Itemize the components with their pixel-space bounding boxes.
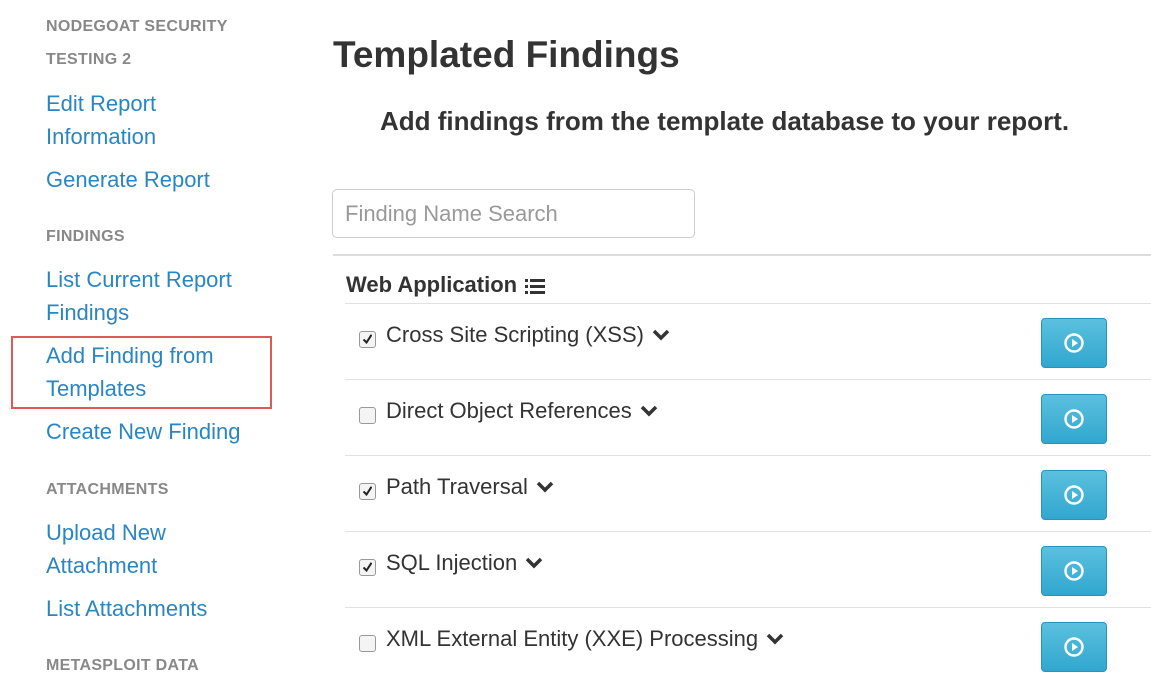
upload-line1: Upload New [46,520,166,545]
edit-report-info-line2: Information [46,124,157,149]
play-circle-icon [1064,561,1084,581]
category-label: Web Application [346,272,518,297]
preview-finding-button[interactable] [1041,318,1107,368]
list-findings-line1: List Current Report [46,267,232,292]
finding-name: XML External Entity (XXE) Processing [386,626,759,651]
chevron-down-icon[interactable] [766,633,784,645]
finding-row: Path Traversal [345,455,1151,531]
findings-section-header: FINDINGS [46,228,125,245]
chevron-down-icon[interactable] [536,481,554,493]
add-from-templates-line1: Add Finding from [46,343,214,368]
play-circle-icon [1064,333,1084,353]
finding-row: SQL Injection [345,531,1151,607]
report-name-header-line2: TESTING 2 [46,51,132,68]
chevron-down-icon[interactable] [525,557,543,569]
play-circle-icon [1064,409,1084,429]
list-current-findings-link[interactable]: List Current Report Findings [46,263,232,329]
add-finding-from-templates-link[interactable]: Add Finding from Templates [46,339,214,405]
finding-checkbox[interactable] [359,407,376,424]
create-new-finding-link[interactable]: Create New Finding [46,415,240,448]
finding-row: XML External Entity (XXE) Processing [345,607,1151,683]
finding-checkbox[interactable] [359,559,376,576]
preview-finding-button[interactable] [1041,546,1107,596]
checkmark-icon [363,486,372,496]
checkmark-icon [363,334,372,344]
sidebar: NODEGOAT SECURITY TESTING 2 Edit Report … [0,0,300,690]
chevron-down-icon[interactable] [652,329,670,341]
checkmark-icon [363,562,372,572]
finding-checkbox[interactable] [359,483,376,500]
finding-name: SQL Injection [386,550,518,575]
list-findings-line2: Findings [46,300,130,325]
finding-name: Direct Object References [386,398,632,423]
finding-checkbox[interactable] [359,635,376,652]
report-name-header-line1: NODEGOAT SECURITY [46,18,228,35]
preview-finding-button[interactable] [1041,622,1107,672]
metasploit-section-header: METASPLOIT DATA [46,657,199,674]
edit-report-info-link[interactable]: Edit Report Information [46,87,156,153]
preview-finding-button[interactable] [1041,394,1107,444]
list-attachments-link[interactable]: List Attachments [46,592,207,625]
page-title: Templated Findings [333,34,680,75]
upload-new-attachment-link[interactable]: Upload New Attachment [46,516,166,582]
finding-name: Path Traversal [386,474,528,499]
attachments-section-header: ATTACHMENTS [46,481,169,498]
section-divider [333,254,1151,256]
play-circle-icon [1064,485,1084,505]
finding-name-search-input[interactable] [332,189,695,238]
category-heading: Web Application [346,272,546,298]
finding-row: Cross Site Scripting (XSS) [345,303,1151,379]
chevron-down-icon[interactable] [640,405,658,417]
page-subtitle: Add findings from the template database … [380,106,1070,136]
generate-report-link[interactable]: Generate Report [46,163,210,196]
play-circle-icon [1064,637,1084,657]
finding-name: Cross Site Scripting (XSS) [386,322,644,347]
edit-report-info-line1: Edit Report [46,91,157,116]
finding-checkbox[interactable] [359,331,376,348]
preview-finding-button[interactable] [1041,470,1107,520]
upload-line2: Attachment [46,553,158,578]
finding-row: Direct Object References [345,379,1151,455]
list-icon[interactable] [525,276,546,294]
add-from-templates-line2: Templates [46,376,147,401]
